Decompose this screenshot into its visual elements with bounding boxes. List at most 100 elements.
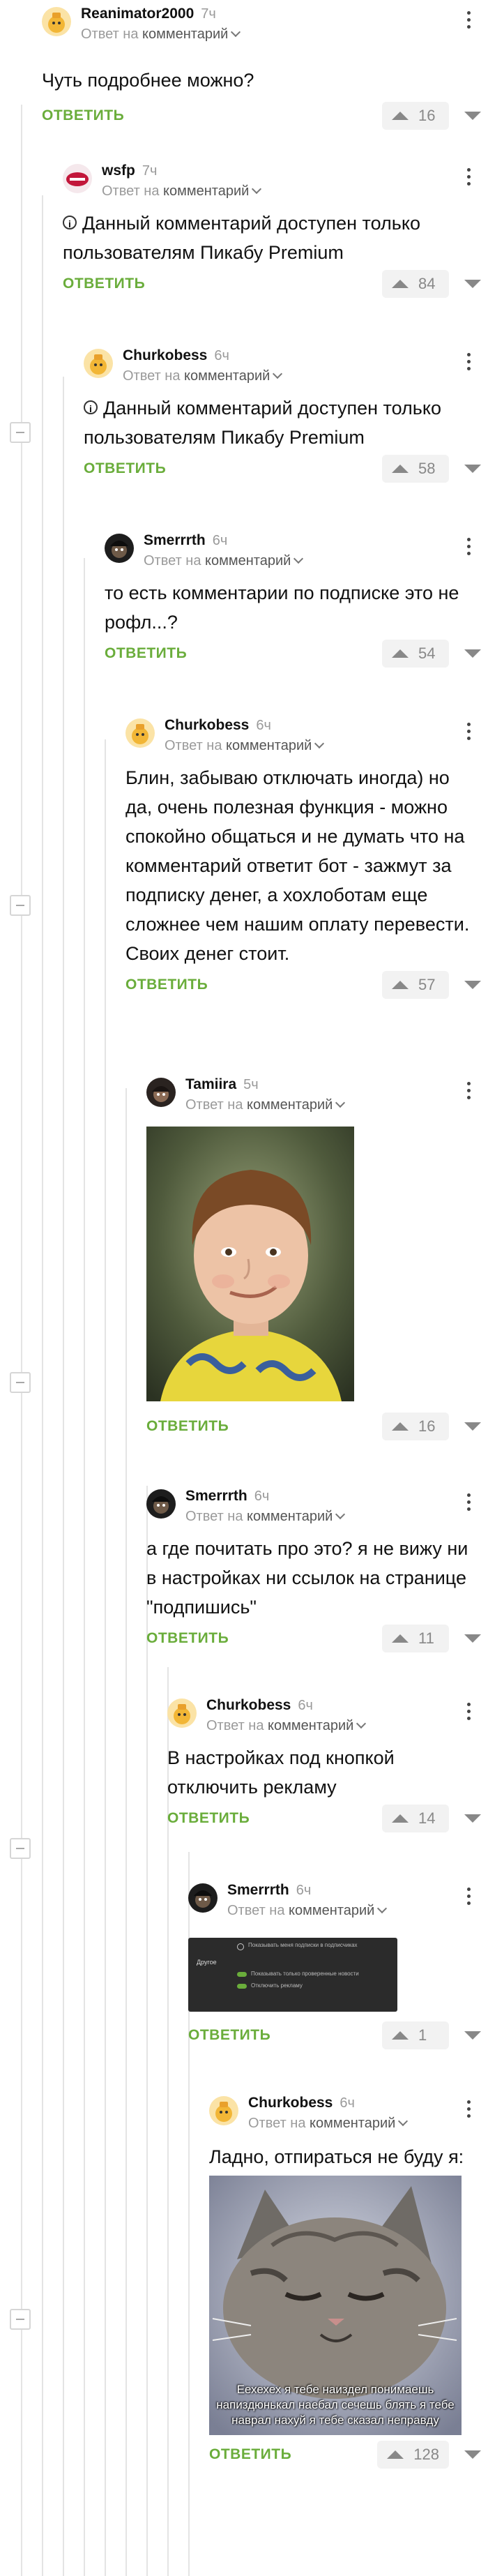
reply-to[interactable]: Ответ на комментарий [206, 1718, 367, 1734]
comment-text: В настройках под кнопкой отключить рекла… [167, 1747, 395, 1798]
author-name[interactable]: Churkobess 6ч [165, 717, 271, 734]
vote-count: 84 [418, 275, 436, 292]
settings-screenshot-image[interactable]: Показывать меня подписки в подписчиках Д… [188, 1938, 397, 2012]
downvote-icon[interactable] [464, 1814, 481, 1823]
reply-button[interactable]: ОТВЕТИТЬ [63, 276, 145, 292]
thread-line[interactable] [21, 105, 22, 2576]
avatar[interactable] [63, 164, 92, 193]
reply-button[interactable]: ОТВЕТИТЬ [146, 1630, 229, 1647]
author-name[interactable]: Churkobess 6ч [248, 2095, 355, 2111]
author-name[interactable]: Smerrrth 6ч [185, 1488, 269, 1505]
downvote-icon[interactable] [464, 1422, 481, 1431]
upvote-icon[interactable] [392, 112, 409, 120]
vote-count: 1 [418, 2026, 427, 2044]
more-icon[interactable] [467, 1703, 471, 1724]
more-icon[interactable] [467, 2100, 471, 2121]
avatar[interactable] [42, 7, 71, 36]
comment-text: а где почитать про это? я не вижу ни в н… [146, 1538, 468, 1618]
reply-button[interactable]: ОТВЕТИТЬ [188, 2027, 270, 2044]
author-name[interactable]: Reanimator2000 7ч [81, 6, 216, 22]
author-name[interactable]: Smerrrth 6ч [227, 1882, 311, 1899]
thread-line[interactable] [125, 1088, 127, 2576]
reply-to[interactable]: Ответ на комментарий [248, 2116, 409, 2132]
downvote-icon[interactable] [464, 2031, 481, 2040]
collapse-button[interactable] [10, 2309, 31, 2330]
reply-button[interactable]: ОТВЕТИТЬ [167, 1810, 250, 1827]
more-icon[interactable] [467, 353, 471, 374]
more-icon[interactable] [467, 538, 471, 559]
avatar[interactable] [209, 2096, 238, 2125]
downvote-icon[interactable] [464, 465, 481, 473]
comment-time: 6ч [214, 348, 229, 363]
reply-to[interactable]: Ответ на комментарий [123, 368, 283, 384]
downvote-icon[interactable] [464, 2450, 481, 2459]
comment: wsfp 7ч Ответ на комментарий i Данный комм… [63, 157, 481, 306]
downvote-icon[interactable] [464, 649, 481, 658]
collapse-button[interactable] [10, 1838, 31, 1859]
upvote-icon[interactable] [392, 649, 409, 658]
thread-line[interactable] [42, 195, 43, 2576]
author-name[interactable]: Smerrrth 6ч [144, 532, 227, 549]
avatar[interactable] [146, 1489, 176, 1519]
upvote-icon[interactable] [387, 2450, 404, 2459]
more-icon[interactable] [467, 11, 471, 32]
avatar[interactable] [105, 534, 134, 563]
kid-smirk-image[interactable] [146, 1127, 354, 1401]
cat-meme-image[interactable]: Еехехех я тебе наиздел понимаешь напиздю… [209, 2176, 462, 2435]
downvote-icon[interactable] [464, 981, 481, 989]
reply-to[interactable]: Ответ на комментарий [185, 1509, 346, 1525]
more-icon[interactable] [467, 1493, 471, 1514]
upvote-icon[interactable] [392, 1422, 409, 1431]
author-name[interactable]: Churkobess 6ч [206, 1697, 313, 1714]
vote-controls: 16 [382, 102, 481, 130]
author-name[interactable]: wsfp 7ч [102, 163, 157, 179]
reply-to[interactable]: Ответ на комментарий [102, 183, 262, 199]
vote-count: 11 [418, 1629, 434, 1647]
author-name[interactable]: Churkobess 6ч [123, 347, 229, 364]
avatar[interactable] [188, 1883, 218, 1913]
reply-button[interactable]: ОТВЕТИТЬ [105, 645, 187, 662]
avatar[interactable] [167, 1698, 197, 1728]
collapse-button[interactable] [10, 1372, 31, 1393]
downvote-icon[interactable] [464, 112, 481, 120]
comment: Reanimator2000 7ч Ответ на комментарий Чу… [42, 0, 481, 138]
reply-to[interactable]: Ответ на комментарий [81, 27, 241, 43]
upvote-icon[interactable] [392, 2031, 409, 2040]
comment-text: Чуть подробнее можно? [42, 70, 254, 91]
settings-row: Отключить рекламу [251, 1982, 303, 1989]
comment-time: 7ч [201, 6, 216, 22]
chevron-down-icon [252, 183, 262, 195]
author-name[interactable]: Tamiira 5ч [185, 1076, 259, 1093]
downvote-icon[interactable] [464, 280, 481, 288]
thread-line[interactable] [105, 739, 106, 2576]
avatar[interactable] [84, 349, 113, 378]
more-icon[interactable] [467, 723, 471, 744]
more-icon[interactable] [467, 1888, 471, 1908]
reply-to[interactable]: Ответ на комментарий [144, 553, 304, 569]
reply-button[interactable]: ОТВЕТИТЬ [84, 460, 166, 477]
more-icon[interactable] [467, 1082, 471, 1103]
upvote-icon[interactable] [392, 981, 409, 989]
collapse-button[interactable] [10, 895, 31, 916]
avatar[interactable] [146, 1078, 176, 1107]
downvote-icon[interactable] [464, 1634, 481, 1643]
comment: Smerrrth 6ч Ответ на комментарий то есть … [105, 527, 481, 676]
reply-button[interactable]: ОТВЕТИТЬ [146, 1418, 229, 1435]
comment-header: Churkobess 6ч Ответ на комментарий [167, 1692, 481, 1738]
avatar[interactable] [125, 718, 155, 748]
upvote-icon[interactable] [392, 280, 409, 288]
thread-line[interactable] [63, 377, 64, 2576]
reply-to[interactable]: Ответ на комментарий [165, 738, 325, 754]
reply-button[interactable]: ОТВЕТИТЬ [125, 977, 208, 993]
reply-to[interactable]: Ответ на комментарий [227, 1903, 388, 1919]
collapse-button[interactable] [10, 422, 31, 443]
reply-button[interactable]: ОТВЕТИТЬ [42, 107, 124, 124]
reply-button[interactable]: ОТВЕТИТЬ [209, 2446, 291, 2463]
thread-line[interactable] [84, 558, 85, 2576]
upvote-icon[interactable] [392, 1634, 409, 1643]
more-icon[interactable] [467, 168, 471, 189]
chevron-down-icon [273, 368, 283, 379]
reply-to[interactable]: Ответ на комментарий [185, 1097, 346, 1113]
upvote-icon[interactable] [392, 1814, 409, 1823]
upvote-icon[interactable] [392, 465, 409, 473]
